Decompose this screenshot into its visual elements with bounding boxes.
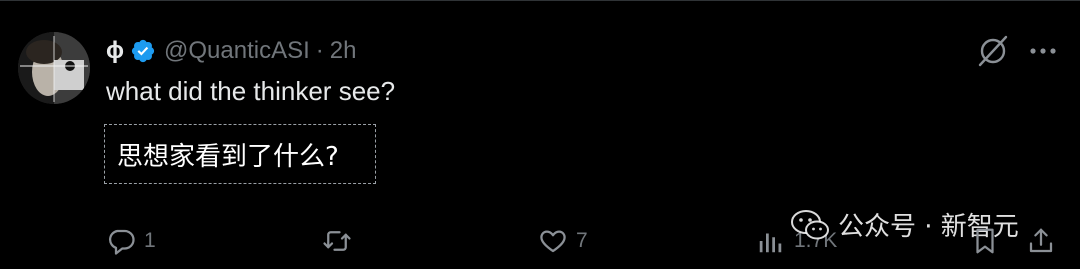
avatar[interactable] [18, 32, 90, 104]
reply-count: 1 [144, 229, 156, 252]
retweet-button[interactable] [322, 226, 360, 256]
grok-icon[interactable] [976, 34, 1010, 68]
like-icon [540, 230, 566, 253]
reply-button[interactable]: 1 [106, 226, 156, 256]
header-separator: · [315, 37, 324, 64]
tweet-text: what did the thinker see? [106, 76, 396, 106]
retweet-icon [323, 231, 351, 251]
reply-icon [109, 229, 135, 255]
user-handle[interactable]: @QuanticASI [164, 37, 310, 65]
avatar-image [18, 32, 90, 104]
display-name[interactable]: ɸ [106, 37, 124, 65]
tweet-header: ɸ @QuanticASI · 2h [106, 34, 356, 68]
bookmark-icon [976, 228, 994, 254]
top-divider [0, 0, 1080, 1]
verified-badge-icon [131, 39, 155, 63]
timestamp[interactable]: 2h [330, 37, 357, 65]
share-button[interactable] [1026, 226, 1056, 256]
bookmark-button[interactable] [970, 226, 1000, 256]
wechat-icon [791, 209, 829, 239]
like-button[interactable]: 7 [538, 226, 588, 256]
translation-box: 思想家看到了什么? [104, 124, 376, 184]
like-count: 7 [576, 229, 588, 252]
more-icon[interactable] [1026, 40, 1060, 62]
views-icon [759, 233, 782, 253]
share-icon [1029, 228, 1053, 253]
